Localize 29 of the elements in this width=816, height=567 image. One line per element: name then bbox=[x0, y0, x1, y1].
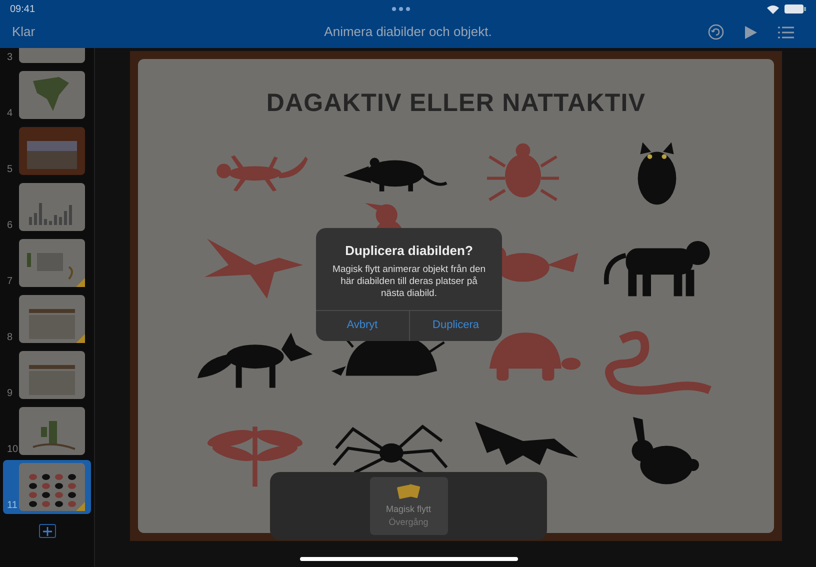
slide-item[interactable]: 5 bbox=[3, 124, 91, 178]
dialog-button[interactable]: Duplicera bbox=[408, 310, 502, 340]
slide-title: DAGAKTIV ELLER NATTAKTIV bbox=[266, 88, 646, 119]
dialog-title: Duplicera diabilden? bbox=[345, 242, 473, 260]
done-button[interactable]: Klar bbox=[12, 22, 36, 42]
slide-number: 8 bbox=[7, 331, 14, 345]
slide-number: 9 bbox=[7, 387, 14, 401]
transition-subtitle: Övergång bbox=[388, 516, 428, 529]
slide-number: 3 bbox=[7, 51, 14, 65]
slide-item[interactable]: 7 bbox=[3, 236, 91, 290]
dialog-button[interactable]: Avbryt bbox=[316, 310, 408, 340]
slide-item[interactable]: 8 bbox=[3, 292, 91, 346]
slide-number: 7 bbox=[7, 275, 14, 289]
slide-number: 10 bbox=[7, 443, 19, 457]
slide-number: 6 bbox=[7, 219, 14, 233]
slide-item[interactable]: 11 bbox=[3, 460, 91, 514]
window-title: Animera diabilder och objekt. bbox=[324, 23, 492, 42]
slide-item[interactable]: 6 bbox=[3, 180, 91, 234]
slide-item[interactable]: 9 bbox=[3, 348, 91, 402]
slide-number: 4 bbox=[7, 107, 14, 121]
slide-number: 5 bbox=[7, 163, 14, 177]
slide-item[interactable]: 10 bbox=[3, 404, 91, 458]
dialog-message: Magisk flytt animerar objekt från den här diabilden till deras platser på nästa diabild. bbox=[331, 264, 487, 300]
status-time: 09:41 bbox=[10, 2, 36, 16]
transition-option[interactable]: Magisk flytt Övergång bbox=[370, 477, 448, 535]
transition-name: Magisk flytt bbox=[386, 502, 431, 516]
slide-item[interactable]: 3 bbox=[3, 48, 91, 66]
slide-number: 11 bbox=[7, 499, 18, 513]
slide-item[interactable]: 4 bbox=[3, 68, 91, 122]
